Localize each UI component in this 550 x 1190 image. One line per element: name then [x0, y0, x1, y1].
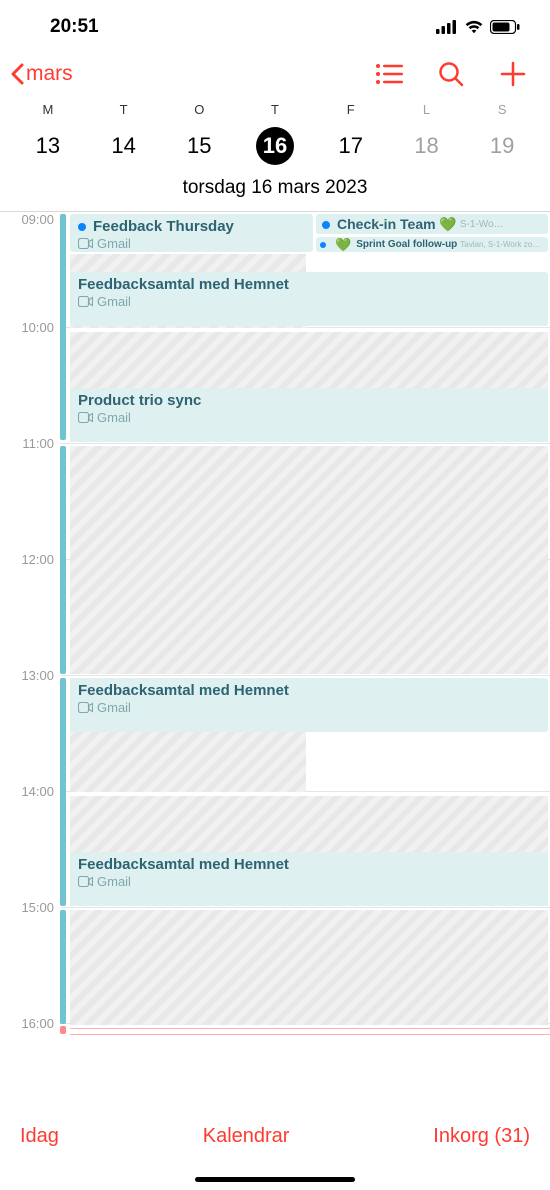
video-icon [78, 412, 93, 423]
hour-row-1200[interactable]: 12:00 [60, 560, 550, 676]
event-provider: Gmail [97, 874, 131, 889]
event-title: Product trio sync [78, 392, 540, 409]
event-title: Feedbacksamtal med Hemnet [78, 682, 540, 699]
week-header: MTOTFLS 13141516171819 [0, 98, 550, 173]
calendar-dot-icon [320, 242, 326, 248]
back-label: mars [26, 62, 73, 86]
video-icon [78, 238, 93, 249]
availability-marker [60, 910, 66, 1024]
event-feedbacksamtal-2[interactable]: Feedbacksamtal med Hemnet Gmail [70, 678, 548, 732]
plus-icon [500, 61, 526, 87]
calendar-dot-icon [322, 221, 330, 229]
day-number-19[interactable]: 19 [483, 127, 521, 165]
day-of-week-label: F [313, 98, 389, 123]
day-number-15[interactable]: 15 [180, 127, 218, 165]
availability-marker [60, 678, 66, 906]
inbox-button[interactable]: Inkorg (31) [433, 1125, 530, 1148]
availability-marker [60, 214, 66, 440]
status-time: 20:51 [50, 16, 99, 38]
event-feedbacksamtal-3[interactable]: Feedbacksamtal med Hemnet Gmail [70, 852, 548, 906]
event-provider: Gmail [97, 236, 131, 251]
video-icon [78, 296, 93, 307]
hour-label: 16:00 [6, 1016, 54, 1031]
event-checkin-team[interactable]: Check-in Team 💚 S-1-Wo… [316, 214, 548, 234]
hour-label: 09:00 [6, 212, 54, 227]
day-number-14[interactable]: 14 [105, 127, 143, 165]
event-title: Sprint Goal follow-up [356, 239, 457, 250]
day-number-13[interactable]: 13 [29, 127, 67, 165]
search-button[interactable] [434, 57, 468, 91]
availability-marker [60, 446, 66, 674]
home-indicator[interactable] [195, 1177, 355, 1182]
event-feedback-thursday[interactable]: Feedback Thursday Gmail [70, 214, 313, 252]
status-bar: 20:51 [0, 0, 550, 50]
bottom-toolbar: Idag Kalendrar Inkorg (31) [0, 1111, 550, 1162]
day-of-week-label: T [86, 98, 162, 123]
add-button[interactable] [496, 57, 530, 91]
full-date-label: torsdag 16 mars 2023 [0, 173, 550, 211]
event-title: Feedbacksamtal med Hemnet [78, 856, 540, 873]
day-number-18[interactable]: 18 [407, 127, 445, 165]
list-icon [375, 64, 403, 84]
hour-row-1500[interactable]: 15:00 [60, 908, 550, 1024]
hour-label: 14:00 [6, 784, 54, 799]
calendar-dot-icon [78, 223, 86, 231]
timeline[interactable]: 09:0010:0011:0012:0013:0014:0015:0016:00… [0, 212, 550, 1076]
event-provider: Gmail [97, 294, 131, 309]
day-number-17[interactable]: 17 [332, 127, 370, 165]
event-title: Feedback Thursday [93, 218, 234, 235]
event-title: Check-in Team 💚 [337, 216, 457, 233]
chevron-left-icon [10, 63, 24, 85]
video-icon [78, 876, 93, 887]
nav-bar: mars [0, 50, 550, 98]
hour-label: 12:00 [6, 552, 54, 567]
short-event-marker [70, 1034, 550, 1035]
signal-icon [436, 20, 458, 34]
event-feedbacksamtal-1[interactable]: Feedbacksamtal med Hemnet Gmail [70, 272, 548, 326]
day-of-week-label: S [464, 98, 540, 123]
day-of-week-label: L [389, 98, 465, 123]
day-of-week-label: O [161, 98, 237, 123]
battery-icon [490, 20, 520, 34]
heart-icon: 💚 [335, 237, 351, 252]
hour-label: 13:00 [6, 668, 54, 683]
hour-label: 11:00 [6, 436, 54, 451]
calendars-button[interactable]: Kalendrar [203, 1125, 290, 1148]
back-button[interactable]: mars [10, 62, 73, 86]
event-meta: S-1-Wo… [460, 219, 504, 230]
event-product-trio[interactable]: Product trio sync Gmail [70, 388, 548, 442]
hour-row-1600[interactable]: 16:00 [60, 1024, 550, 1076]
wifi-icon [464, 20, 484, 34]
hour-label: 10:00 [6, 320, 54, 335]
event-meta: Tavlan, S-1-Work zo… [460, 240, 540, 249]
event-sprint-goal[interactable]: 💚 Sprint Goal follow-up Tavlan, S-1-Work… [316, 237, 548, 252]
search-icon [438, 61, 464, 87]
event-title: Feedbacksamtal med Hemnet [78, 276, 540, 293]
today-button[interactable]: Idag [20, 1125, 59, 1148]
hour-row-1100[interactable]: 11:00 [60, 444, 550, 560]
event-provider: Gmail [97, 410, 131, 425]
short-event-marker [70, 1028, 550, 1029]
hour-label: 15:00 [6, 900, 54, 915]
availability-marker [60, 1026, 66, 1034]
status-icons [436, 20, 520, 34]
day-number-16[interactable]: 16 [256, 127, 294, 165]
day-of-week-label: M [10, 98, 86, 123]
video-icon [78, 702, 93, 713]
event-provider: Gmail [97, 700, 131, 715]
list-view-button[interactable] [372, 57, 406, 91]
day-of-week-label: T [237, 98, 313, 123]
